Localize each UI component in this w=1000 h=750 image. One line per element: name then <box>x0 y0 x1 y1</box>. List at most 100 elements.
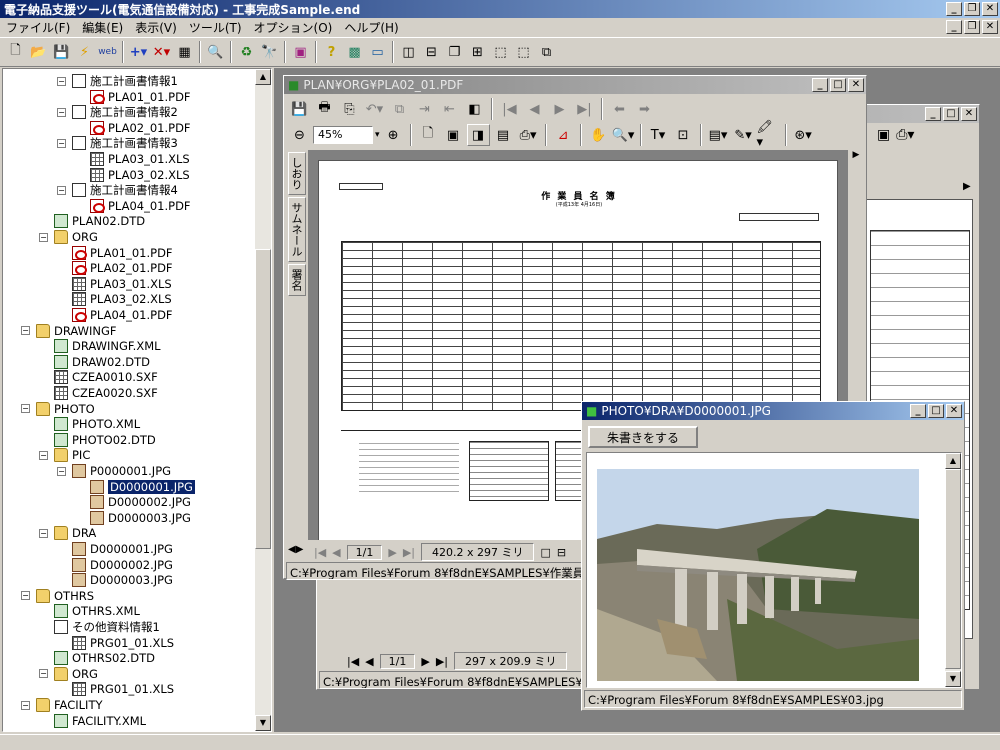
back-min-icon[interactable]: _ <box>925 107 941 121</box>
zoom-in-icon[interactable]: ⊕ <box>382 124 405 146</box>
zoom-out-icon[interactable]: ⊖ <box>288 124 311 146</box>
collapse-icon[interactable]: − <box>39 528 48 538</box>
pdf-save-icon[interactable]: 💾 <box>288 98 311 120</box>
pdf-continuous-icon[interactable]: ⊟ <box>557 546 566 559</box>
pdf-page-number[interactable]: 1/1 <box>346 544 383 560</box>
zoom-dropdown-icon[interactable]: ▾ <box>375 130 380 140</box>
tree-item[interactable]: D0000002.JPG <box>57 557 173 573</box>
tab-thumbnails[interactable]: サムネール <box>288 197 306 262</box>
sign-icon[interactable]: ⊛▾ <box>792 124 815 146</box>
tree-item[interactable]: PLA03_02.XLS <box>75 167 190 183</box>
photo-scroll-down-icon[interactable]: ▼ <box>945 671 961 687</box>
note-icon[interactable]: ▤▾ <box>707 124 730 146</box>
pdf-panel-icon[interactable]: ◧ <box>463 98 486 120</box>
open-folder-icon[interactable]: 📂 <box>27 41 50 63</box>
arrange-icon[interactable]: ⊞ <box>466 41 489 63</box>
tile-horizontal-icon[interactable]: ⊟ <box>420 41 443 63</box>
photo-scroll-thumb[interactable] <box>945 469 961 669</box>
highlight-icon[interactable]: 🖍▾ <box>757 120 780 150</box>
pdf-pages-icon[interactable]: ⧉ <box>388 98 411 120</box>
help-icon[interactable]: ? <box>320 41 343 63</box>
tree-item[interactable]: PLA04_01.PDF <box>57 307 173 323</box>
delete-icon[interactable]: ✕▾ <box>150 41 173 63</box>
photo-window[interactable]: ■ PHOTO¥DRA¥D0000001.JPG _ □ ✕ 朱書きをする ▲ <box>581 401 965 711</box>
menu-view[interactable]: 表示(V) <box>135 19 177 36</box>
tree-item[interactable]: − P0000001.JPG <box>57 463 171 479</box>
fit-visible-icon[interactable]: ▤ <box>492 124 515 146</box>
check-icon[interactable]: ♻ <box>235 41 258 63</box>
pdf-nav-last-icon[interactable]: ▶| <box>403 546 415 559</box>
tab-bookmarks[interactable]: しおり <box>288 152 306 195</box>
photo-max-icon[interactable]: □ <box>928 404 944 418</box>
tree-item[interactable]: − 施工計画書情報4 <box>57 182 178 198</box>
tree-scrollbar[interactable]: ▲ ▼ <box>255 69 271 731</box>
pdf-close-icon[interactable]: ✕ <box>848 78 864 92</box>
tree-item[interactable]: PRG01_01.XLS <box>57 635 174 651</box>
collapse-icon[interactable]: − <box>21 404 30 414</box>
collapse-icon[interactable]: − <box>39 232 48 242</box>
tile-vertical-icon[interactable]: ◫ <box>397 41 420 63</box>
fit-page-icon[interactable]: ▣ <box>442 124 465 146</box>
tree-item[interactable]: − OTHRS <box>21 588 94 604</box>
menu-tools[interactable]: ツール(T) <box>189 19 242 36</box>
mdi-minimize-icon[interactable]: _ <box>946 20 962 34</box>
tree-item[interactable]: − DRA <box>39 525 96 541</box>
pdf-nav-first-icon[interactable]: |◀ <box>314 546 326 559</box>
fit-width-icon[interactable]: ◨ <box>466 124 490 146</box>
window2-icon[interactable]: ⬚ <box>512 41 535 63</box>
tree-item[interactable]: − ORG <box>39 666 98 682</box>
scroll-up-icon[interactable]: ▲ <box>255 69 271 85</box>
tree-item[interactable]: CZEA0010.SXF <box>39 369 158 385</box>
new-file-icon[interactable]: 🗋 <box>4 41 27 63</box>
pdf-print-icon[interactable]: 🖶 <box>313 98 336 120</box>
pdf-next-page-icon[interactable]: ▶ <box>548 98 571 120</box>
scroll-thumb[interactable] <box>255 249 271 549</box>
collapse-icon[interactable]: − <box>21 326 30 336</box>
pdf-nav-prev-icon[interactable]: ◀ <box>332 546 340 559</box>
back-first-icon[interactable]: |◀ <box>347 655 359 668</box>
text-select-icon[interactable]: T▾ <box>647 124 670 146</box>
window1-icon[interactable]: ⬚ <box>489 41 512 63</box>
pdf-forward-icon[interactable]: ➡ <box>633 98 656 120</box>
menu-options[interactable]: オプション(O) <box>254 19 333 36</box>
rotate-icon[interactable]: ⎙▾ <box>517 124 540 146</box>
tree-item[interactable]: CZEA0020.SXF <box>39 385 158 401</box>
tree-item[interactable]: DRAW02.DTD <box>39 354 150 370</box>
collapse-icon[interactable]: − <box>21 700 30 710</box>
back-prev-icon[interactable]: ◀ <box>365 655 373 668</box>
pdf-scroll-next-icon[interactable]: ▶ <box>848 150 864 160</box>
tree-item[interactable]: − PIC <box>39 447 90 463</box>
zoom-tool-icon[interactable]: 🔍▾ <box>612 124 635 146</box>
cascade-icon[interactable]: ❐ <box>443 41 466 63</box>
pdf-prev-page-icon[interactable]: ◀ <box>523 98 546 120</box>
window3-icon[interactable]: ⧉ <box>535 41 558 63</box>
tree-item[interactable]: − 施工計画書情報3 <box>57 135 178 151</box>
tree-item[interactable]: − PHOTO <box>21 401 95 417</box>
pdf-first-page-icon[interactable]: |◀ <box>498 98 521 120</box>
pdf-last-page-icon[interactable]: ▶| <box>573 98 596 120</box>
annotate-button[interactable]: 朱書きをする <box>588 426 698 448</box>
pdf-max-icon[interactable]: □ <box>830 78 846 92</box>
tab-signatures[interactable]: 署名 <box>288 264 306 296</box>
graphic-select-icon[interactable]: ⊡ <box>672 124 695 146</box>
collapse-icon[interactable]: − <box>21 591 30 601</box>
tree-item[interactable]: − 施工計画書情報2 <box>57 104 178 120</box>
collapse-icon[interactable]: − <box>57 185 66 195</box>
tree-item[interactable]: PLA03_01.XLS <box>75 151 190 167</box>
acrobat-icon[interactable]: ⊿ <box>552 124 575 146</box>
hand-tool-icon[interactable]: ✋ <box>587 124 610 146</box>
card-icon[interactable]: ▭ <box>366 41 389 63</box>
tree-item[interactable]: PLA03_01.XLS <box>57 276 172 292</box>
tree-item[interactable]: FACILITY.XML <box>39 713 146 729</box>
pdf-undo-icon[interactable]: ↶▾ <box>363 98 386 120</box>
tree-item[interactable]: D0000001.JPG <box>75 479 195 495</box>
tree-item[interactable]: D0000003.JPG <box>57 572 173 588</box>
pdf-min-icon[interactable]: _ <box>812 78 828 92</box>
menu-edit[interactable]: 編集(E) <box>82 19 123 36</box>
pdf-single-page-icon[interactable]: □ <box>540 546 550 559</box>
back-max-icon[interactable]: □ <box>943 107 959 121</box>
web-icon[interactable]: web <box>96 41 119 63</box>
tree-item[interactable]: PLA04_01.PDF <box>75 198 191 214</box>
restore-icon[interactable]: ❐ <box>964 2 980 16</box>
pdf-nav-next-icon[interactable]: ▶ <box>388 546 396 559</box>
